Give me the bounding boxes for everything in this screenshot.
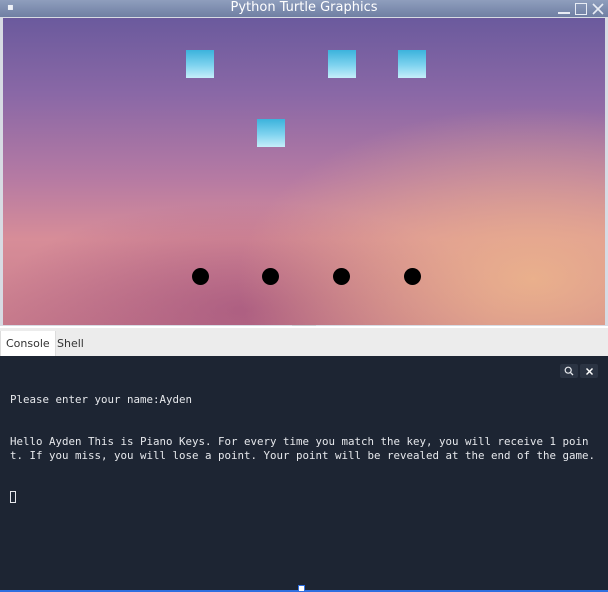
close-window-button[interactable] [590,1,606,17]
piano-key-tile [186,50,214,78]
resize-grip[interactable] [298,585,305,592]
turtle-window: ▪ Python Turtle Graphics [0,0,608,326]
piano-key-tile [328,50,356,78]
maximize-button[interactable] [573,1,589,17]
key-target-dot [404,268,421,285]
piano-key-tile [257,119,285,147]
key-target-dot [262,268,279,285]
console-text: Please enter your name:Ayden Hello Ayden… [10,365,600,533]
tab-shell[interactable]: Shell [52,331,89,356]
key-target-dot [192,268,209,285]
minimize-button[interactable] [556,1,572,17]
panel-tabbar: Console Shell [0,328,608,357]
console-input-line[interactable] [10,491,600,505]
tab-console[interactable]: Console [0,331,56,356]
console-output[interactable]: Please enter your name:Ayden Hello Ayden… [0,356,608,592]
window-titlebar[interactable]: ▪ Python Turtle Graphics [0,0,608,17]
close-icon [592,2,604,15]
window-controls [555,0,606,17]
text-cursor [10,491,16,503]
turtle-canvas[interactable] [3,18,605,325]
console-line-prompt: Please enter your name:Ayden [10,393,193,406]
piano-key-tile [398,50,426,78]
key-target-dot [333,268,350,285]
window-title: Python Turtle Graphics [230,0,378,15]
console-line-intro: Hello Ayden This is Piano Keys. For ever… [10,435,596,462]
